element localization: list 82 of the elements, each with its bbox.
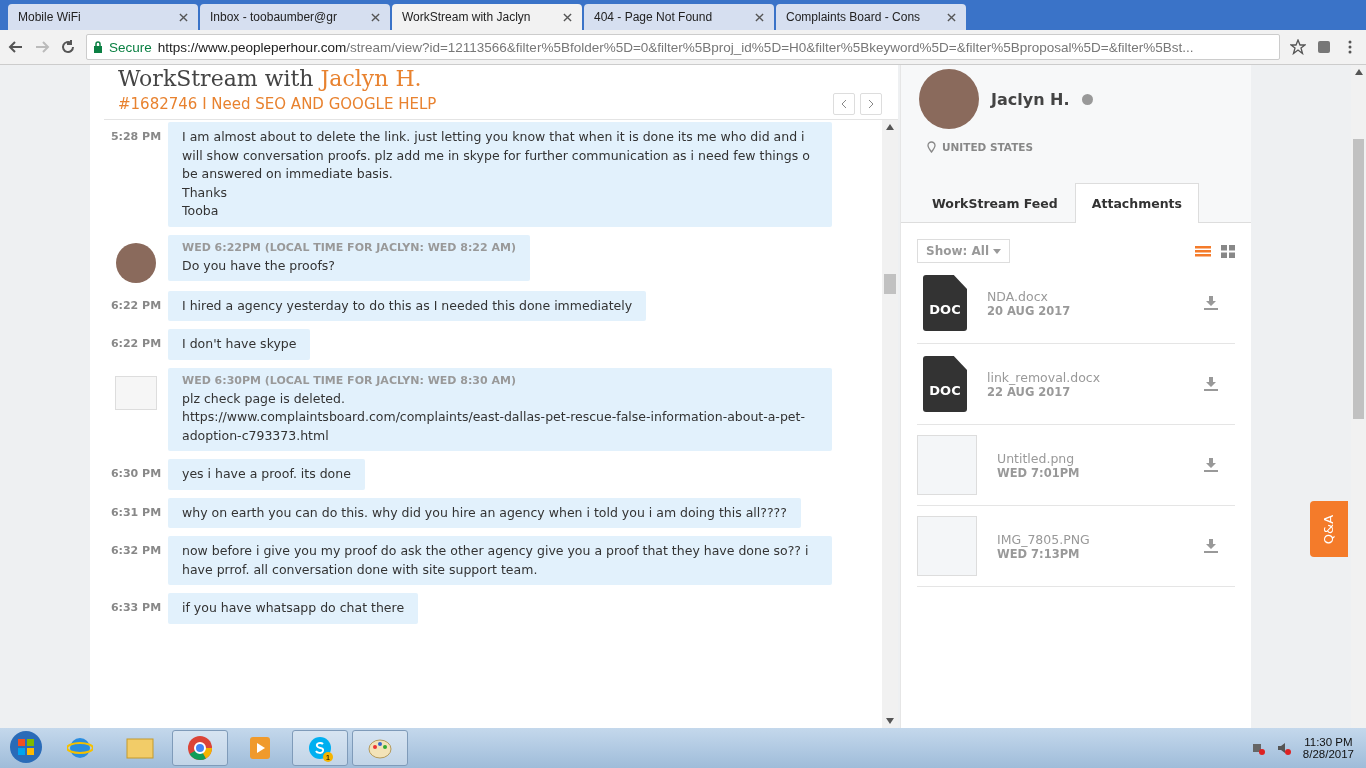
close-icon[interactable] [755,12,764,22]
project-title: #1682746 I Need SEO AND GOOGLE HELP [118,94,437,115]
network-icon[interactable] [1250,741,1265,755]
browser-e-icon [67,735,93,761]
profile-name: Jaclyn H. [991,89,1070,109]
image-thumbnail [917,435,977,495]
browser-tab[interactable]: WorkStream with Jaclyn [392,4,582,30]
download-icon[interactable] [1203,295,1219,311]
message-header: WED 6:30PM (LOCAL TIME FOR JACLYN: WED 8:30 AM) [182,373,517,387]
taskbar-app[interactable]: 1 [292,730,348,766]
reload-icon[interactable] [60,39,76,55]
browser-tab[interactable]: 404 - Page Not Found [584,4,774,30]
scrollbar-thumb[interactable] [884,274,896,294]
scroll-down-icon[interactable] [886,718,894,724]
back-arrow-icon[interactable] [8,39,24,55]
close-icon[interactable] [947,12,956,22]
close-icon[interactable] [563,12,572,22]
location-text: UNITED STATES [942,141,1034,153]
chrome-icon [187,735,213,761]
download-icon[interactable] [1203,457,1219,473]
file-date: 22 AUG 2017 [987,384,1071,399]
file-date: WED 7:01PM [997,465,1081,480]
notification-badge: 1 [323,752,333,762]
message-text: plz check page is deleted. https://www.complaintsboard.com/complaints/east-dallas-pet-rescue-false-information-about-a-pet-adoption-c793373.html [182,389,806,445]
lock-icon [93,41,103,53]
panel-tab[interactable]: Attachments [1074,183,1199,223]
taskbar-app[interactable] [172,730,228,766]
close-icon[interactable] [179,12,188,22]
message-text: I am almost about to delete the link. just letting you know that when it is done its me who did and i will show conversation proofs. plz add me in skype for further communication as i need few things o be answered on immediate basis. Thanks Tooba [182,128,811,220]
folder-icon [126,736,154,760]
message-text: I hired a agency yesterday to do this as I needed this done immediately [182,296,633,315]
message-time: 6:31 PM [109,505,163,519]
message-text: now before i give you my proof do ask the other agency give you a proof that they have done so?? i have prrof. all conversation done with site support team. [182,542,810,579]
scroll-up-icon[interactable] [886,124,894,130]
scroll-up-icon[interactable] [1354,69,1363,75]
secure-label: Secure [109,39,152,55]
message-time: 6:32 PM [109,544,163,557]
close-icon[interactable] [371,12,380,22]
skype-icon [307,735,333,761]
doc-file-icon: DOC [923,356,967,412]
scrollbar[interactable] [882,120,898,728]
file-date: WED 7:13PM [997,546,1080,561]
file-date: 20 AUG 2017 [987,303,1072,318]
speaker-icon[interactable] [1276,741,1291,755]
extension-icon[interactable] [1316,39,1332,55]
screenshot-thumbnail [115,375,157,410]
profile-avatar [919,69,979,129]
star-icon[interactable] [1290,39,1306,55]
browser-tab[interactable]: Inbox - toobaumber@gr [200,4,390,30]
message-text: if you have whatsapp do chat there [182,599,405,617]
chevron-right-icon [868,99,874,109]
doc-file-icon: DOC [923,275,967,331]
message-text: yes i have a proof. its done [182,465,351,483]
download-icon[interactable] [1203,376,1219,392]
message-time: 5:28 PM [109,130,163,143]
panel-tab[interactable]: WorkStream Feed [915,183,1075,223]
message-time: 6:22 PM [109,337,163,350]
message-time: 6:33 PM [109,601,163,614]
windows-logo-icon [9,729,43,764]
message-time: 6:22 PM [109,298,163,312]
page-title: WorkStream with Jaclyn H. [118,65,423,93]
message-header: WED 6:22PM (LOCAL TIME FOR JACLYN: WED 8:22 AM) [182,240,516,254]
grid-view-icon[interactable] [1221,244,1235,258]
avatar [116,242,156,283]
media-player-icon [248,735,272,761]
location-pin-icon [927,141,936,153]
caret-icon [993,248,1001,254]
taskbar-app[interactable] [352,730,408,766]
message-time: 6:30 PM [109,467,163,480]
download-icon[interactable] [1203,538,1219,554]
message-text: why on earth you can do this. why did you hire an agency when i told you i am doing this all???? [182,503,787,522]
browser-tab[interactable]: Mobile WiFi [8,4,198,30]
clock[interactable]: 11:30 PM 8/28/2017 [1302,736,1354,760]
address-bar[interactable]: Secure https://www.peopleperhour.com/stream/view?id=12113566&filter%5Bfolder%5D=0&filter%5Bproj_id%5D=H0&filter%5Bkeyword%5D=&filter%5Bproposal%5D=&filter%5Bst... [86,34,1280,60]
message-text: I don't have skype [182,335,297,353]
url-text: https://www.peopleperhour.com/stream/view?id=12113566&filter%5Bfolder%5D=0&filter%5Bproj_id%5D=H0&filter%5Bkeyword%5D=&filter%5Bproposal%5D=&filter%5Bst... [157,39,1194,55]
image-thumbnail [917,516,977,576]
chevron-left-icon [841,99,847,109]
message-text: Do you have the proofs? [182,256,336,275]
page-scrollbar[interactable] [1353,139,1364,419]
browser-tab[interactable]: Complaints Board - Cons [776,4,966,30]
list-view-icon[interactable] [1195,244,1211,258]
